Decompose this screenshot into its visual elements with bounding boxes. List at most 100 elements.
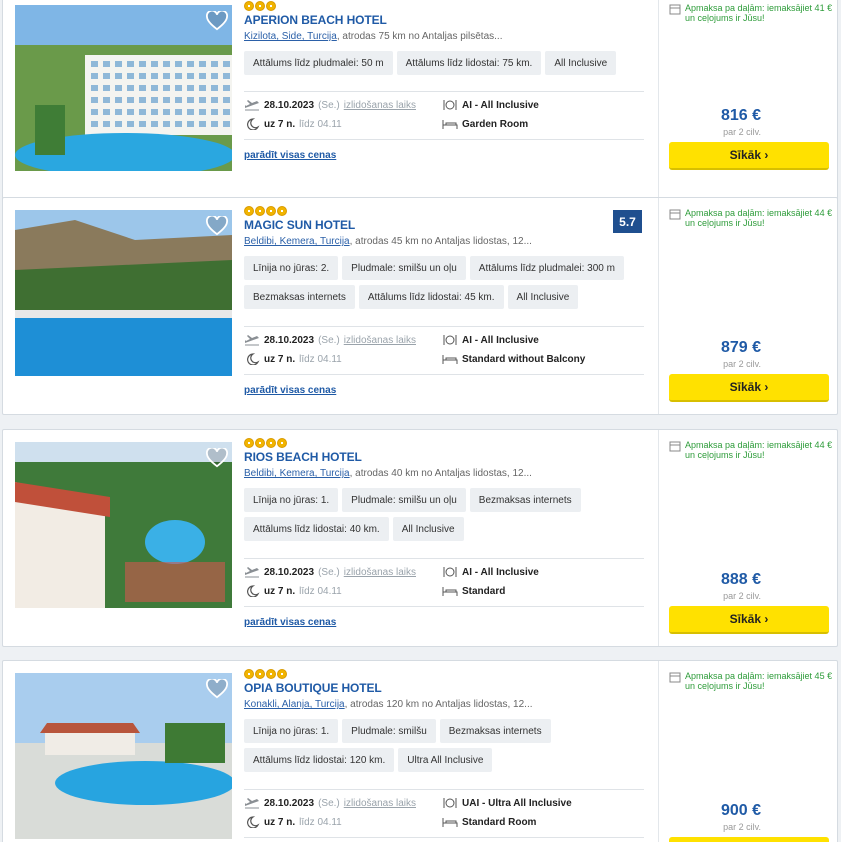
hotel-photo-image <box>15 210 232 376</box>
hotel-features: Līnija no jūras: 2. Pludmale: smilšu un o… <box>244 256 644 309</box>
price-panel: Apmaksa pa daļām: iemaksājiet 41 € un ce… <box>658 0 838 203</box>
trip-info: 28.10.2023 (Se.) izlidošanas laiks uz 7 n. l… <box>244 98 644 134</box>
price-panel: Apmaksa pa daļām: iemaksājiet 44 € un ce… <box>658 430 838 646</box>
nights-count: uz 7 n. <box>264 816 296 828</box>
calendar-icon <box>669 3 681 15</box>
hotel-photo-image <box>15 5 232 171</box>
meal-icon <box>442 566 458 578</box>
show-all-prices-link[interactable]: parādīt visas cenas <box>244 385 336 396</box>
hotel-location: Konakli, Alanja, Turcija, atrodas 120 km… <box>244 699 533 710</box>
departure-date: 28.10.2023 <box>264 797 315 809</box>
star-rating <box>244 1 276 11</box>
nights-row: uz 7 n. līdz 04.11 <box>244 352 342 366</box>
departure-row: 28.10.2023 (Se.) izlidošanas laiks <box>244 98 416 112</box>
board-type: AI - All Inclusive <box>462 566 539 578</box>
nights-count: uz 7 n. <box>264 585 296 597</box>
location-link[interactable]: Beldibi, Kemera, Turcija <box>244 468 350 479</box>
plane-icon <box>244 99 260 111</box>
installment-text: Apmaksa pa daļām: iemaksājiet 44 € un ce… <box>685 440 833 460</box>
installment-text: Apmaksa pa daļām: iemaksājiet 41 € un ce… <box>685 3 833 23</box>
details-button[interactable]: Sīkāk › <box>669 606 829 634</box>
divider <box>244 837 644 838</box>
board-type: AI - All Inclusive <box>462 334 539 346</box>
departure-time-link[interactable]: izlidošanas laiks <box>344 798 416 809</box>
star-icon <box>255 438 265 448</box>
hotel-photo[interactable] <box>15 210 232 376</box>
details-button[interactable]: Sīkāk › <box>669 374 829 402</box>
feature-tag: Pludmale: smilšu un oļu <box>342 256 466 280</box>
location-link[interactable]: Konakli, Alanja, Turcija <box>244 699 345 710</box>
hotel-photo[interactable] <box>15 5 232 171</box>
location-link[interactable]: Kizilota, Side, Turcija <box>244 31 337 42</box>
plane-icon <box>244 566 260 578</box>
distance-text: , atrodas 45 km no Antaljas lidostas, 12… <box>349 236 532 247</box>
star-icon <box>255 1 265 11</box>
hotel-name[interactable]: OPIA BOUTIQUE HOTEL <box>244 681 382 695</box>
hotel-card: OPIA BOUTIQUE HOTEL Konakli, Alanja, Turc… <box>2 660 838 842</box>
favorite-heart-icon[interactable] <box>206 448 228 468</box>
feature-tag: Attālums līdz lidostai: 40 km. <box>244 517 389 541</box>
room-type: Standard without Balcony <box>462 353 586 365</box>
feature-tag: Bezmaksas internets <box>469 488 581 512</box>
price-per-persons: par 2 cilv. <box>723 359 761 369</box>
departure-day: (Se.) <box>318 797 340 809</box>
distance-text: , atrodas 120 km no Antaljas lidostas, 1… <box>344 699 533 710</box>
hotel-photo-image <box>15 442 232 608</box>
hotel-location: Kizilota, Side, Turcija, atrodas 75 km n… <box>244 31 502 42</box>
price-per-persons: par 2 cilv. <box>723 127 761 137</box>
room-row: Standard <box>442 584 505 598</box>
board-type: UAI - Ultra All Inclusive <box>462 797 572 809</box>
divider <box>244 91 644 92</box>
star-icon <box>244 669 254 679</box>
divider <box>244 558 644 559</box>
star-icon <box>255 206 265 216</box>
room-row: Garden Room <box>442 117 528 131</box>
feature-tag: All Inclusive <box>507 285 579 309</box>
show-all-prices-link[interactable]: parādīt visas cenas <box>244 617 336 628</box>
divider <box>244 606 644 607</box>
hotel-name[interactable]: RIOS BEACH HOTEL <box>244 450 362 464</box>
hotel-photo[interactable] <box>15 442 232 608</box>
favorite-heart-icon[interactable] <box>206 216 228 236</box>
hotel-name[interactable]: APERION BEACH HOTEL <box>244 13 387 27</box>
feature-tag: Attālums līdz lidostai: 45 km. <box>358 285 504 309</box>
trip-info: 28.10.2023 (Se.) izlidošanas laiks uz 7 n. l… <box>244 565 644 601</box>
nights-row: uz 7 n. līdz 04.11 <box>244 584 342 598</box>
board-row: UAI - Ultra All Inclusive <box>442 796 572 810</box>
hotel-name[interactable]: MAGIC SUN HOTEL <box>244 218 355 232</box>
departure-row: 28.10.2023 (Se.) izlidošanas laiks <box>244 333 416 347</box>
location-link[interactable]: Beldibi, Kemera, Turcija <box>244 236 350 247</box>
departure-time-link[interactable]: izlidošanas laiks <box>344 335 416 346</box>
price: 900 € <box>720 802 761 819</box>
feature-tag: Līnija no jūras: 1. <box>244 719 339 743</box>
hotel-photo[interactable] <box>15 673 232 839</box>
installment-note: Apmaksa pa daļām: iemaksājiet 41 € un ce… <box>669 3 834 23</box>
star-icon <box>255 669 265 679</box>
bed-icon <box>442 816 458 828</box>
show-all-prices-link[interactable]: parādīt visas cenas <box>244 150 336 161</box>
price-per-persons: par 2 cilv. <box>723 591 761 601</box>
bed-icon <box>442 585 458 597</box>
star-icon <box>266 669 276 679</box>
star-icon <box>244 206 254 216</box>
price-panel: Apmaksa pa daļām: iemaksājiet 45 € un ce… <box>658 661 838 842</box>
divider <box>244 789 644 790</box>
star-icon <box>277 438 287 448</box>
trip-info: 28.10.2023 (Se.) izlidošanas laiks uz 7 n. l… <box>244 333 644 369</box>
departure-time-link[interactable]: izlidošanas laiks <box>344 567 416 578</box>
favorite-heart-icon[interactable] <box>206 679 228 699</box>
details-button[interactable]: Sīkāk › <box>669 837 829 842</box>
feature-tag: Attālums līdz pludmalei: 300 m <box>469 256 624 280</box>
calendar-icon <box>669 671 681 683</box>
divider <box>244 374 644 375</box>
departure-time-link[interactable]: izlidošanas laiks <box>344 100 416 111</box>
departure-date: 28.10.2023 <box>264 566 315 578</box>
hotel-features: Līnija no jūras: 1. Pludmale: smilšu un o… <box>244 488 644 541</box>
room-row: Standard without Balcony <box>442 352 585 366</box>
installment-note: Apmaksa pa daļām: iemaksājiet 44 € un ce… <box>669 208 834 228</box>
meal-icon <box>442 797 458 809</box>
moon-icon <box>244 118 260 130</box>
details-button[interactable]: Sīkāk › <box>669 142 829 170</box>
favorite-heart-icon[interactable] <box>206 11 228 31</box>
feature-tag: All Inclusive <box>545 51 617 75</box>
